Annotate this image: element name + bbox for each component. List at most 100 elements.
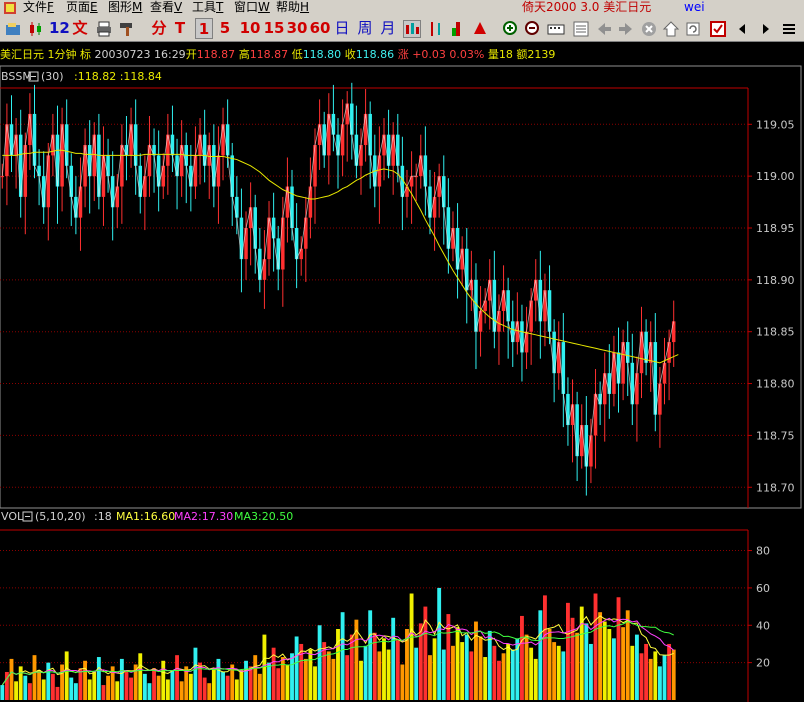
volume-bar — [625, 610, 630, 700]
volume-bar — [340, 612, 345, 700]
price-bar-body — [129, 124, 133, 156]
volume-bar — [138, 653, 143, 700]
price-tick-label: 118.90 — [756, 274, 795, 287]
volume-bar — [657, 666, 662, 700]
volume-bar — [653, 651, 658, 700]
price-bar-body — [368, 113, 372, 156]
volume-bar — [294, 636, 299, 700]
volume-bar — [165, 679, 170, 700]
volume-bar — [55, 686, 60, 700]
price-bar-body — [120, 145, 124, 187]
volume-bar — [115, 681, 120, 700]
volume-bar — [27, 683, 32, 700]
price-bar-body — [230, 155, 234, 197]
price-bar-body — [658, 383, 662, 415]
volume-bar — [506, 643, 511, 700]
price-bar-body — [37, 165, 41, 177]
volume-bar — [96, 657, 101, 700]
price-bar-body — [225, 124, 230, 156]
volume-bar — [377, 651, 382, 700]
price-bar-body — [299, 248, 303, 260]
price-bar-body — [391, 134, 395, 166]
volume-bar — [386, 649, 391, 700]
price-bar-body — [133, 124, 138, 166]
price-bar-body — [579, 425, 584, 457]
volume-bar — [575, 632, 580, 700]
price-bar-body — [193, 155, 198, 187]
volume-bar — [193, 647, 198, 700]
volume-bar — [492, 645, 497, 700]
price-bar-body — [69, 165, 74, 197]
volume-bar — [432, 638, 437, 700]
volume-bar — [437, 587, 442, 700]
price-bar-body — [322, 124, 326, 156]
price-bar-body — [492, 279, 497, 332]
volume-bar — [382, 638, 386, 700]
volume-bar — [188, 673, 193, 700]
price-bar-body — [442, 176, 446, 208]
volume-bar — [14, 681, 19, 700]
price-bar-body — [671, 321, 676, 343]
volume-bar — [175, 655, 179, 700]
price-bar-body — [377, 155, 382, 187]
volume-bar — [317, 625, 322, 700]
volume-bar — [170, 670, 175, 700]
price-bar-body — [478, 310, 483, 332]
volume-bar — [667, 643, 672, 700]
volume-bar — [616, 597, 621, 700]
price-bar-body — [589, 435, 593, 467]
price-bar-body — [547, 290, 552, 332]
price-tick-label: 118.70 — [756, 481, 795, 494]
price-tick-label: 118.80 — [756, 378, 795, 391]
price-bar-body — [409, 176, 414, 187]
volume-bar — [446, 614, 451, 700]
volume-bar — [326, 651, 331, 700]
volume-bar — [547, 629, 552, 700]
price-axis-ticks: 119.05 119.00 118.95 118.90 118.85 118.80 118.… — [748, 118, 795, 494]
price-tick-label: 119.00 — [756, 170, 795, 183]
price-bar-body — [147, 145, 152, 177]
volume-indicator-name: VOL — [1, 510, 24, 523]
volume-bar — [280, 657, 285, 700]
price-bar-body — [529, 300, 533, 332]
volume-bar — [119, 658, 124, 700]
price-series — [0, 82, 676, 496]
price-tick-label: 118.95 — [756, 222, 795, 235]
volume-bar — [391, 617, 396, 700]
price-bar-body — [386, 134, 391, 166]
volume-bar — [331, 658, 336, 700]
price-bar-body — [662, 362, 667, 384]
volume-bar — [611, 638, 616, 700]
price-bar-body — [143, 176, 147, 197]
volume-bar — [414, 647, 419, 700]
volume-bar — [451, 645, 455, 700]
price-bar-body — [78, 186, 83, 218]
volume-bar — [336, 629, 340, 700]
price-bar-body — [331, 113, 336, 135]
volume-bar — [639, 653, 644, 700]
volume-bar — [593, 593, 598, 700]
volume-bar — [501, 653, 506, 700]
volume-bar — [253, 655, 258, 700]
volume-bar — [349, 634, 354, 700]
volume-bar — [607, 629, 612, 700]
volume-bar — [409, 593, 414, 700]
volume-tick-label: 40 — [756, 619, 770, 632]
price-bar-body — [350, 103, 354, 135]
volume-tick-label: 20 — [756, 657, 770, 670]
volume-bar — [400, 664, 405, 700]
price-bar-body — [106, 155, 110, 177]
volume-series — [0, 587, 676, 700]
price-bar-body — [593, 393, 598, 436]
volume-bar — [359, 660, 363, 700]
price-bar-body — [313, 145, 317, 187]
price-bar-body — [221, 124, 225, 156]
volume-bar — [221, 671, 225, 700]
price-indicator-param: (30) — [41, 70, 64, 83]
volume-bar — [152, 668, 156, 700]
volume-bar — [584, 623, 589, 700]
volume-bar — [303, 658, 308, 700]
volume-bar — [561, 651, 566, 700]
volume-bar — [23, 675, 28, 700]
volume-bar — [598, 612, 603, 700]
